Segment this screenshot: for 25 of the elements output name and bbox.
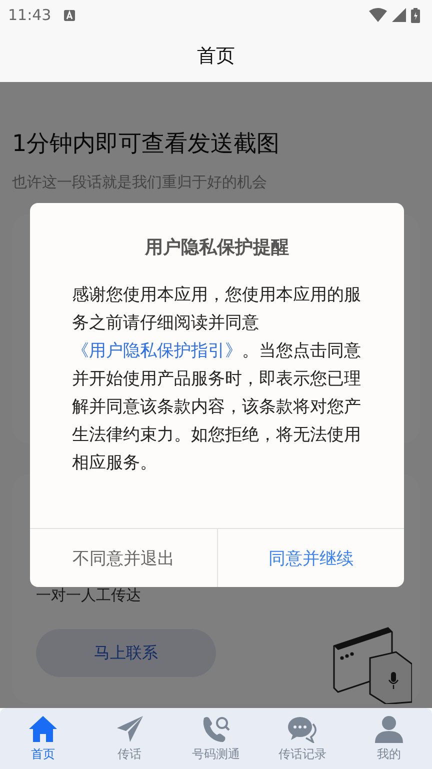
- user-icon: [374, 714, 404, 742]
- agree-button[interactable]: 同意并继续: [216, 529, 404, 587]
- signal-icon: [392, 8, 406, 22]
- page-title: 首页: [197, 44, 235, 69]
- wifi-icon: [369, 8, 387, 22]
- nav-tab[interactable]: 我的: [348, 714, 429, 762]
- chat-icon: [287, 714, 318, 742]
- phone-search-icon: [200, 714, 231, 742]
- dialog-message: 感谢您使用本应用，您使用本应用的服务之前请仔细阅读并同意 《用户隐私保护指引》。当您点击同意并开始使用产品服务时，即表示您已理解并同意该条款内容，该条款将对您产生法律约束力。如您拒绝，将无法使用相应服务。: [72, 284, 362, 475]
- nav-tab[interactable]: 首页: [3, 714, 84, 762]
- hero-title: 1分钟内即可查看发送截图: [12, 130, 280, 159]
- nav-tab[interactable]: 传话: [90, 714, 170, 762]
- privacy-link[interactable]: 《用户隐私保护指引》: [72, 341, 242, 361]
- hero-subtitle: 也许这一段话就是我们重归于好的机会: [12, 173, 267, 192]
- notification-icon: [64, 10, 76, 20]
- home-icon: [28, 714, 58, 742]
- service-text: 一对一人工传达: [36, 586, 141, 605]
- dialog-title: 用户隐私保护提醒: [145, 236, 289, 259]
- paper-plane-icon: [116, 714, 144, 742]
- nav-tab[interactable]: 传话记录: [262, 714, 342, 762]
- battery-icon: [411, 8, 420, 22]
- nav-tab[interactable]: 号码测通: [176, 714, 256, 762]
- status-time: 11:43: [8, 6, 52, 24]
- decline-button[interactable]: 不同意并退出: [30, 529, 216, 587]
- contact-button[interactable]: 马上联系: [36, 629, 216, 677]
